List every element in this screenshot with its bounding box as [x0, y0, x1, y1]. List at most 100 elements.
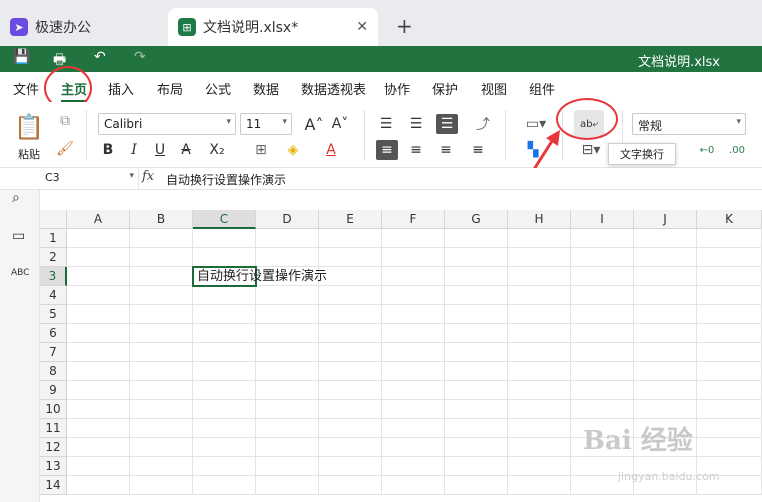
grid-cell[interactable]	[571, 362, 634, 381]
grid-cell[interactable]	[319, 438, 382, 457]
grid-cell[interactable]	[634, 400, 697, 419]
increase-font-icon[interactable]: A˄	[304, 113, 324, 135]
grid-cell[interactable]	[445, 267, 508, 286]
row-header-7[interactable]: 7	[40, 343, 67, 362]
grid-cell[interactable]	[67, 381, 130, 400]
grid-cell[interactable]	[508, 286, 571, 305]
grid-cell[interactable]	[319, 381, 382, 400]
grid-cell[interactable]	[130, 286, 193, 305]
undo-icon[interactable]: ↶	[94, 49, 106, 65]
grid-cell[interactable]	[445, 476, 508, 495]
grid-cell[interactable]	[319, 305, 382, 324]
row-header-4[interactable]: 4	[40, 286, 67, 305]
menu-formula[interactable]: 公式	[205, 79, 231, 98]
column-header-c[interactable]: C	[193, 210, 256, 229]
close-icon[interactable]: ✕	[356, 19, 368, 35]
menu-layout[interactable]: 布局	[157, 79, 183, 98]
align-left-icon[interactable]: ≡	[376, 140, 398, 160]
font-size-select[interactable]: 11 ▾	[240, 113, 292, 135]
grid-cell[interactable]	[571, 343, 634, 362]
grid-cell[interactable]	[508, 267, 571, 286]
grid-cell[interactable]	[571, 400, 634, 419]
grid-cell[interactable]	[130, 343, 193, 362]
grid-cell[interactable]	[634, 286, 697, 305]
grid-cell[interactable]	[67, 400, 130, 419]
menu-pivot[interactable]: 数据透视表	[301, 79, 366, 98]
grid-cell[interactable]	[67, 476, 130, 495]
row-header-13[interactable]: 13	[40, 457, 67, 476]
grid-cell[interactable]	[697, 267, 762, 286]
grid-cell[interactable]	[319, 362, 382, 381]
menu-file[interactable]: 文件	[13, 79, 39, 98]
grid-cell[interactable]	[634, 381, 697, 400]
menu-insert[interactable]: 插入	[108, 79, 134, 98]
grid-cell[interactable]	[382, 362, 445, 381]
grid-cell[interactable]	[193, 457, 256, 476]
grid-cell[interactable]	[319, 229, 382, 248]
grid-cell[interactable]	[382, 457, 445, 476]
redo-icon[interactable]: ↷	[134, 49, 146, 65]
grid-cell[interactable]	[571, 286, 634, 305]
grid-cell[interactable]	[130, 419, 193, 438]
grid-cell[interactable]	[697, 229, 762, 248]
decrease-font-icon[interactable]: A˅	[330, 113, 350, 135]
column-header-k[interactable]: K	[697, 210, 762, 229]
comment-icon[interactable]: ▭	[12, 228, 25, 244]
copy-icon[interactable]: ⧉	[56, 112, 74, 130]
grid-cell[interactable]	[697, 381, 762, 400]
column-header-e[interactable]: E	[319, 210, 382, 229]
font-color-icon[interactable]: A	[320, 140, 342, 160]
grid-cell[interactable]	[697, 438, 762, 457]
grid-cell[interactable]	[508, 362, 571, 381]
grid-cell[interactable]	[256, 381, 319, 400]
fill-color-icon[interactable]: ◈	[282, 140, 304, 160]
grid-cell[interactable]	[445, 362, 508, 381]
grid-cell[interactable]	[697, 286, 762, 305]
grid-cell[interactable]	[382, 419, 445, 438]
grid-cell[interactable]	[445, 305, 508, 324]
align-middle-icon[interactable]: ☰	[406, 114, 426, 134]
grid-cell[interactable]	[445, 248, 508, 267]
spellcheck-icon[interactable]: ABC	[11, 268, 29, 278]
grid-cell[interactable]	[508, 343, 571, 362]
grid-cell[interactable]	[130, 476, 193, 495]
grid-cell[interactable]	[634, 229, 697, 248]
column-header-h[interactable]: H	[508, 210, 571, 229]
grid-cell[interactable]	[193, 476, 256, 495]
grid-cell[interactable]	[508, 419, 571, 438]
grid-cell[interactable]	[256, 419, 319, 438]
grid-cell[interactable]	[67, 438, 130, 457]
row-header-5[interactable]: 5	[40, 305, 67, 324]
column-header-d[interactable]: D	[256, 210, 319, 229]
column-header-g[interactable]: G	[445, 210, 508, 229]
grid-cell[interactable]	[193, 324, 256, 343]
row-header-1[interactable]: 1	[40, 229, 67, 248]
grid-cell[interactable]	[445, 286, 508, 305]
grid-cell[interactable]	[256, 324, 319, 343]
grid-cell[interactable]	[571, 248, 634, 267]
grid-cell[interactable]	[634, 343, 697, 362]
grid-cell[interactable]	[508, 324, 571, 343]
grid-cell[interactable]	[319, 457, 382, 476]
search-icon[interactable]: ⌕	[12, 190, 20, 206]
column-header-b[interactable]: B	[130, 210, 193, 229]
menu-components[interactable]: 组件	[529, 79, 555, 98]
grid-cell[interactable]	[130, 305, 193, 324]
grid-cell[interactable]	[319, 267, 382, 286]
menu-data[interactable]: 数据	[253, 79, 279, 98]
grid-cell[interactable]	[256, 286, 319, 305]
row-header-8[interactable]: 8	[40, 362, 67, 381]
row-header-3[interactable]: 3	[40, 267, 67, 286]
name-box[interactable]: C3 ▾	[41, 168, 139, 189]
column-header-f[interactable]: F	[382, 210, 445, 229]
grid-cell[interactable]	[634, 362, 697, 381]
grid-cell[interactable]	[193, 362, 256, 381]
grid-cell[interactable]	[256, 229, 319, 248]
grid-cell[interactable]	[571, 267, 634, 286]
grid-cell[interactable]	[193, 381, 256, 400]
border-icon[interactable]: ⊞	[250, 140, 272, 160]
grid-cell[interactable]	[193, 400, 256, 419]
grid-cell[interactable]	[508, 248, 571, 267]
menu-view[interactable]: 视图	[481, 79, 507, 98]
grid-cell[interactable]	[130, 248, 193, 267]
